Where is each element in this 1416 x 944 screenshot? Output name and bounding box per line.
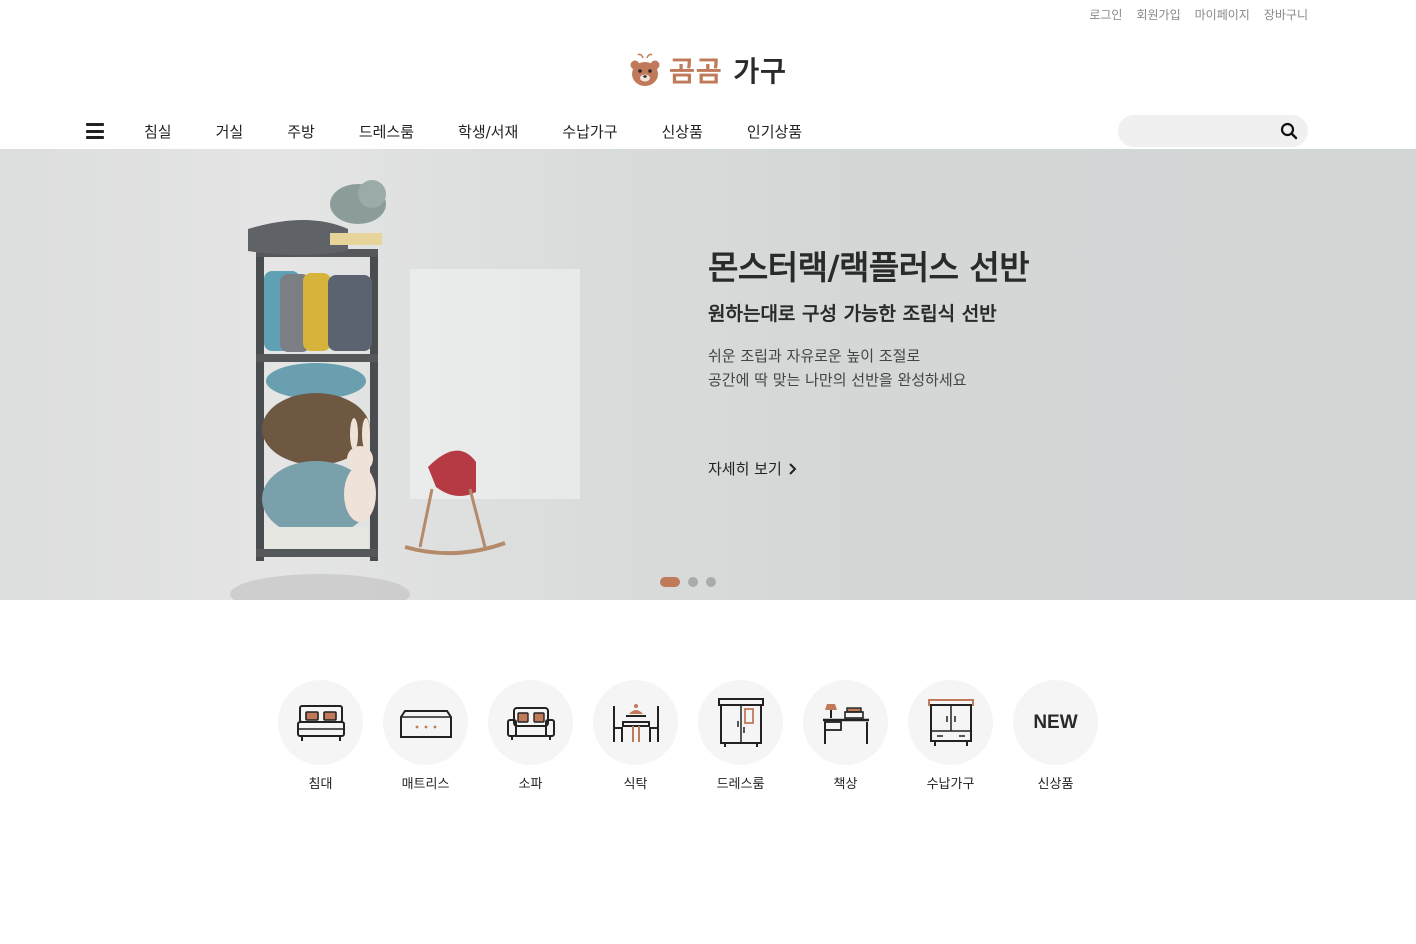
search-box (1118, 115, 1308, 147)
category-dining-circle (593, 680, 678, 765)
sofa-icon (506, 706, 555, 740)
category-dressroom-label: 드레스룸 (716, 777, 765, 792)
signup-link[interactable]: 회원가입 (1136, 6, 1180, 23)
banner-desc-line2: 공간에 딱 맞는 나만의 선반을 완성하세요 (708, 371, 967, 389)
desk-icon (822, 703, 869, 744)
nav-item-study[interactable]: 학생/서재 (458, 121, 518, 142)
banner-description: 쉬운 조립과 자유로운 높이 조절로 공간에 딱 맞는 나만의 선반을 완성하세… (708, 344, 1029, 392)
hero-banner[interactable]: 몬스터랙/랙플러스 선반 원하는대로 구성 가능한 조립식 선반 쉬운 조립과 … (0, 149, 1416, 600)
login-link[interactable]: 로그인 (1089, 6, 1122, 23)
category-new[interactable]: NEW 신상품 (1013, 680, 1098, 792)
cabinet-icon (927, 698, 974, 746)
category-mattress-circle (383, 680, 468, 765)
category-sofa-circle (488, 680, 573, 765)
bear-logo-icon (630, 53, 660, 86)
category-new-circle: NEW (1013, 680, 1098, 765)
nav-item-bedroom[interactable]: 침실 (144, 121, 172, 142)
nav-item-new[interactable]: 신상품 (662, 121, 703, 142)
slide-indicator (660, 577, 716, 587)
nav-item-kitchen[interactable]: 주방 (287, 121, 315, 142)
nav-item-dressroom[interactable]: 드레스룸 (359, 121, 414, 142)
category-mattress-label: 매트리스 (401, 777, 450, 792)
search-icon[interactable] (1280, 122, 1298, 140)
category-desk-label: 책상 (833, 777, 858, 792)
menu-icon[interactable] (86, 123, 104, 139)
slide-dot-1[interactable] (660, 577, 680, 587)
see-more-link[interactable]: 자세히 보기 (708, 458, 797, 479)
banner-title: 몬스터랙/랙플러스 선반 (708, 248, 1030, 287)
category-dressroom-circle (698, 680, 783, 765)
logo-brand: 곰곰 (669, 55, 723, 88)
logo-rest: 가구 (733, 55, 787, 88)
category-menu: 침실 거실 주방 드레스룸 학생/서재 수납가구 신상품 인기상품 (144, 121, 802, 142)
category-storage[interactable]: 수납가구 (908, 680, 993, 792)
banner-text: 몬스터랙/랙플러스 선반 원하는대로 구성 가능한 조립식 선반 쉬운 조립과 … (708, 241, 1030, 392)
nav-item-popular[interactable]: 인기상품 (747, 121, 802, 142)
utility-links: 로그인 회원가입 마이페이지 장바구니 (1089, 6, 1308, 23)
main-nav: 침실 거실 주방 드레스룸 학생/서재 수납가구 신상품 인기상품 (86, 114, 1308, 148)
search-input[interactable] (1132, 121, 1272, 141)
slide-dot-3[interactable] (706, 577, 716, 587)
dining-table-icon (612, 703, 659, 742)
category-shortcuts: 침대 매트리스 소파 식탁 드레스룸 책상 수납가구 NEW 신상품 (278, 680, 1098, 792)
category-desk[interactable]: 책상 (803, 680, 888, 792)
cart-link[interactable]: 장바구니 (1264, 6, 1308, 23)
wardrobe-icon (717, 697, 764, 747)
nav-item-storage[interactable]: 수납가구 (562, 121, 617, 142)
new-icon: NEW (1033, 711, 1078, 733)
banner-subtitle: 원하는대로 구성 가능한 조립식 선반 (708, 303, 997, 325)
mypage-link[interactable]: 마이페이지 (1195, 6, 1250, 23)
chevron-right-icon (789, 462, 797, 475)
banner-desc-line1: 쉬운 조립과 자유로운 높이 조절로 (708, 347, 921, 365)
category-dressroom[interactable]: 드레스룸 (698, 680, 783, 792)
bed-icon (296, 704, 345, 741)
mattress-icon (399, 709, 452, 738)
slide-dot-2[interactable] (688, 577, 698, 587)
category-dining-label: 식탁 (623, 777, 648, 792)
category-bed[interactable]: 침대 (278, 680, 363, 792)
category-bed-label: 침대 (308, 777, 333, 792)
see-more-label: 자세히 보기 (708, 460, 782, 478)
category-dining[interactable]: 식탁 (593, 680, 678, 792)
category-bed-circle (278, 680, 363, 765)
category-desk-circle (803, 680, 888, 765)
category-storage-label: 수납가구 (926, 777, 975, 792)
category-storage-circle (908, 680, 993, 765)
category-sofa-label: 소파 (518, 777, 543, 792)
category-mattress[interactable]: 매트리스 (383, 680, 468, 792)
logo-text: 곰곰 가구 (669, 50, 787, 90)
shelf-product-image (230, 180, 580, 600)
site-logo[interactable]: 곰곰 가구 (0, 50, 1416, 90)
category-sofa[interactable]: 소파 (488, 680, 573, 792)
nav-item-living[interactable]: 거실 (216, 121, 244, 142)
category-new-label: 신상품 (1037, 777, 1074, 792)
